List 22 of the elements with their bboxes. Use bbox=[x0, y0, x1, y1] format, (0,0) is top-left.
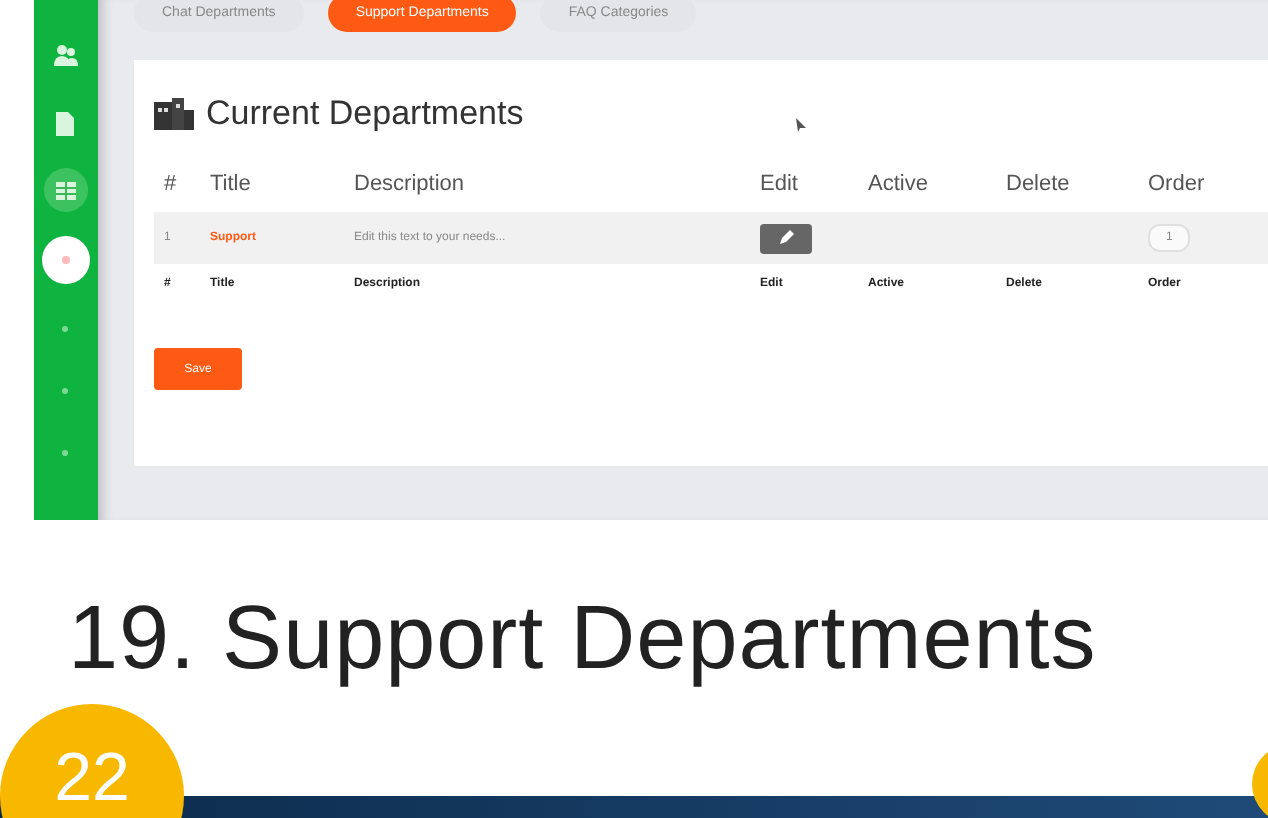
cursor-icon bbox=[795, 117, 806, 131]
card-title: Current Departments bbox=[206, 94, 524, 134]
pencil-icon bbox=[778, 230, 794, 246]
column-header: Active bbox=[868, 172, 930, 196]
column-header: Order bbox=[1148, 172, 1207, 196]
column-header: Edit bbox=[760, 172, 800, 196]
edit-button[interactable] bbox=[760, 223, 812, 253]
column-header: Delete bbox=[1006, 172, 1072, 196]
column-header: Title bbox=[210, 172, 253, 196]
sidebar-item[interactable] bbox=[43, 168, 88, 212]
users-icon[interactable] bbox=[53, 44, 78, 68]
document-icon[interactable] bbox=[56, 112, 75, 136]
column-header: # bbox=[164, 172, 179, 196]
dot-icon[interactable] bbox=[62, 450, 69, 456]
dot-icon[interactable] bbox=[62, 388, 69, 394]
column-header: Description bbox=[354, 172, 467, 196]
section-heading: 19. Support Departments bbox=[68, 592, 1099, 682]
number-badge: 22 bbox=[0, 704, 184, 818]
grid-icon bbox=[55, 181, 76, 199]
dot-icon[interactable] bbox=[62, 326, 69, 332]
building-icon bbox=[154, 98, 194, 130]
sidebar-item[interactable] bbox=[41, 236, 90, 284]
